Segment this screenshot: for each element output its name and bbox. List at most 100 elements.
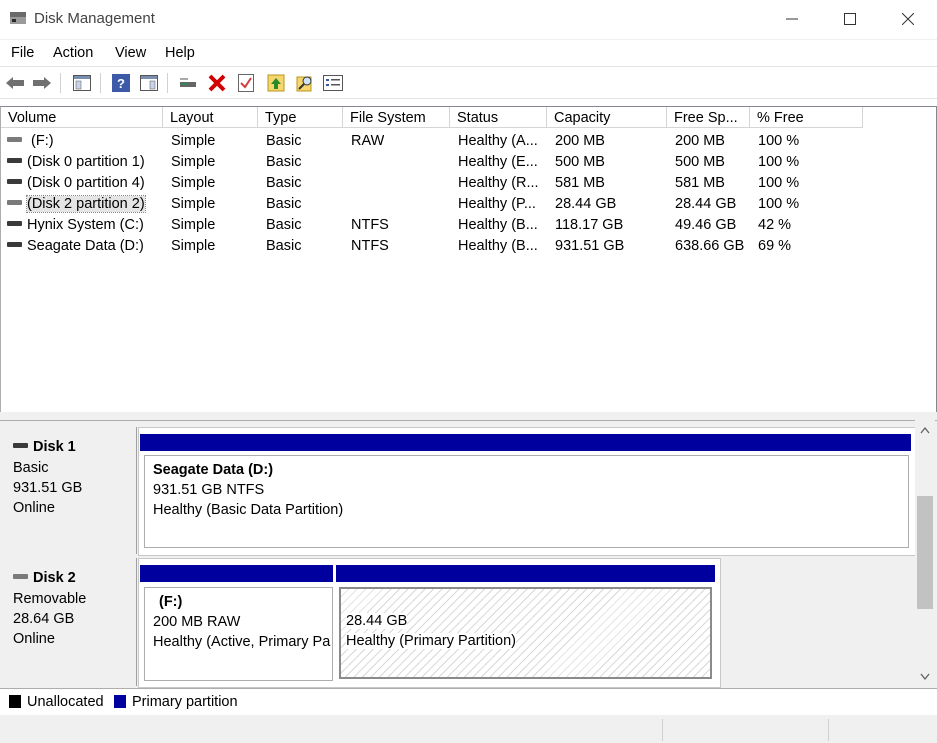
list-view-button[interactable] [323,73,343,93]
menu-help[interactable]: Help [165,45,195,61]
volume-name: (Disk 0 partition 1) [27,154,145,170]
partition-name: (F:) [159,594,183,610]
back-arrow-icon [6,77,24,89]
show-pane-button[interactable] [139,73,159,93]
disk-2-info[interactable]: Disk 2 Removable 28.64 GB Online [2,558,137,686]
percent-free-cell: 100 % [758,133,800,149]
find-button[interactable] [295,73,315,93]
volume-name: Seagate Data (D:) [27,238,144,254]
column-header-file-system[interactable]: File System [343,107,450,128]
percent-free-cell: 100 % [758,196,800,212]
back-button[interactable] [5,73,25,93]
legend-primary-partition: Primary partition [132,694,238,710]
help-button[interactable]: ? [111,73,131,93]
disk-1-info[interactable]: Disk 1 Basic 931.51 GB Online [2,427,137,554]
capacity-cell: 500 MB [555,154,605,170]
column-header-capacity[interactable]: Capacity [547,107,667,128]
column-header-layout[interactable]: Layout [163,107,258,128]
partition-size: 28.44 GB [346,613,408,629]
capacity-cell: 931.51 GB [555,238,625,254]
minimize-icon [786,18,798,20]
status-cell: Healthy (E... [458,154,538,170]
disk-2-state: Online [13,631,55,647]
drive-icon [7,136,22,142]
fs-cell: RAW [351,133,385,149]
window-title: Disk Management [34,10,155,27]
disk-2-partitions: (F:) 200 MB RAW Healthy (Active, Primary… [138,558,721,688]
drive-icon [7,241,22,247]
toolbar: ? [0,66,937,99]
disk-1-name: Disk 1 [13,439,76,455]
percent-free-cell: 100 % [758,175,800,191]
free-space-cell: 638.66 GB [675,238,745,254]
disk-management-app-icon [10,12,26,24]
table-row[interactable]: (Disk 0 partition 1) Simple Basic Health… [1,152,931,173]
primary-partition-bar [140,565,333,582]
table-row[interactable]: Hynix System (C:) Simple Basic NTFS Heal… [1,215,931,236]
menu-action[interactable]: Action [53,45,93,61]
volume-name: Hynix System (C:) [27,217,144,233]
status-divider [662,719,663,741]
close-icon [902,13,914,25]
connect-disk-button[interactable] [178,73,198,93]
delete-icon [208,74,226,92]
partition-f[interactable]: (F:) 200 MB RAW Healthy (Active, Primary… [144,587,333,681]
primary-partition-bar [140,434,911,451]
status-bar [0,715,937,743]
partition-status: Healthy (Basic Data Partition) [153,502,344,518]
volume-cell: (Disk 2 partition 2) [7,194,162,215]
column-header-status[interactable]: Status [450,107,547,128]
type-cell: Basic [266,133,302,149]
close-button[interactable] [879,0,937,38]
chevron-down-icon[interactable] [920,673,930,681]
disk-2-type: Removable [13,591,87,607]
partition-disk2-partition2[interactable]: 28.44 GB Healthy (Primary Partition) [339,587,712,679]
maximize-button[interactable] [821,0,879,38]
pane-splitter[interactable] [0,412,937,420]
primary-partition-bar [336,565,715,582]
volume-list[interactable]: Volume Layout Type File System Status Ca… [0,106,937,414]
disk-icon [13,442,28,448]
disk-1-type: Basic [13,460,49,476]
chevron-up-icon[interactable] [920,426,930,434]
disk-icon [13,573,28,579]
type-cell: Basic [266,217,302,233]
partition-seagate-data[interactable]: Seagate Data (D:) 931.51 GB NTFS Healthy… [144,455,909,548]
column-header-free-space[interactable]: Free Sp... [667,107,750,128]
table-row[interactable]: (F:) Simple Basic RAW Healthy (A... 200 … [1,131,931,152]
capacity-cell: 118.17 GB [555,217,624,233]
table-row[interactable]: Seagate Data (D:) Simple Basic NTFS Heal… [1,236,931,257]
disk-pane-scrollbar[interactable] [915,420,935,687]
scrollbar-thumb[interactable] [917,496,933,609]
forward-button[interactable] [32,73,52,93]
delete-button[interactable] [207,73,227,93]
table-row[interactable]: (Disk 2 partition 2) Simple Basic Health… [1,194,931,215]
console-tree-button[interactable] [72,73,92,93]
table-row[interactable]: (Disk 0 partition 4) Simple Basic Health… [1,173,931,194]
up-icon [267,74,285,92]
properties-button[interactable] [236,73,256,93]
toolbar-separator [100,73,101,93]
column-header-percent-free[interactable]: % Free [750,107,863,128]
properties-icon [238,74,254,92]
help-icon: ? [112,74,130,92]
disk-1-state: Online [13,500,55,516]
volume-cell: Seagate Data (D:) [7,236,162,257]
minimize-button[interactable] [763,0,821,38]
free-space-cell: 500 MB [675,154,725,170]
status-cell: Healthy (R... [458,175,539,191]
status-cell: Healthy (B... [458,238,538,254]
column-header-type[interactable]: Type [258,107,343,128]
layout-cell: Simple [171,238,216,254]
drive-icon [7,199,22,205]
up-button[interactable] [266,73,286,93]
column-header-volume[interactable]: Volume [1,107,163,128]
type-cell: Basic [266,238,302,254]
menu-view[interactable]: View [115,45,146,61]
unallocated-swatch [9,695,21,708]
volume-cell: Hynix System (C:) [7,215,162,236]
menu-file[interactable]: File [11,45,34,61]
volume-name: (F:) [31,133,54,149]
maximize-icon [844,13,856,25]
svg-text:?: ? [117,76,125,91]
